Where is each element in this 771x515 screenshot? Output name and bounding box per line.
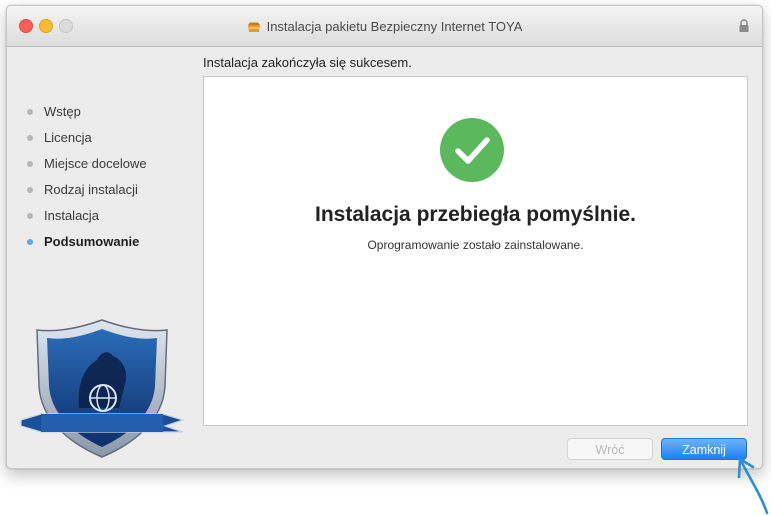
success-checkmark-icon: [440, 118, 504, 182]
sidebar-item-label: Miejsce docelowe: [44, 156, 147, 171]
sidebar-item-label: Licencja: [44, 130, 92, 145]
toya-shield-logo: [20, 319, 185, 458]
window-title: Instalacja pakietu Bezpieczny Internet T…: [266, 18, 523, 34]
sidebar-item-label: Podsumowanie: [44, 234, 140, 249]
install-status-heading: Instalacja zakończyła się sukcesem.: [203, 55, 412, 70]
sidebar-item-instalacja: Instalacja: [27, 203, 197, 229]
sidebar-steps: Wstęp Licencja Miejsce docelowe Rodzaj i…: [27, 99, 197, 255]
success-title: Instalacja przebiegła pomyślnie.: [315, 203, 636, 226]
step-bullet-icon: [27, 213, 33, 219]
sidebar-item-wstep: Wstęp: [27, 99, 197, 125]
window-title-container: Instalacja pakietu Bezpieczny Internet T…: [7, 6, 762, 46]
sidebar-item-podsumowanie: Podsumowanie: [27, 229, 197, 255]
step-bullet-icon: [27, 187, 33, 193]
sidebar-item-rodzaj-instalacji: Rodzaj instalacji: [27, 177, 197, 203]
success-message: Oprogramowanie zostało zainstalowane.: [367, 238, 584, 252]
step-bullet-icon: [27, 109, 33, 115]
summary-panel: Instalacja przebiegła pomyślnie. Oprogra…: [203, 76, 748, 426]
package-icon: [247, 22, 260, 32]
sidebar-item-miejsce-docelowe: Miejsce docelowe: [27, 151, 197, 177]
title-bar: Instalacja pakietu Bezpieczny Internet T…: [7, 6, 762, 47]
back-button[interactable]: Wróć: [567, 438, 653, 460]
sidebar-item-label: Rodzaj instalacji: [44, 182, 138, 197]
sidebar-item-label: Wstęp: [44, 104, 81, 119]
step-bullet-icon: [27, 135, 33, 141]
step-bullet-icon: [27, 161, 33, 167]
lock-icon: [739, 19, 749, 32]
installer-window: Instalacja pakietu Bezpieczny Internet T…: [6, 5, 763, 469]
sidebar-item-licencja: Licencja: [27, 125, 197, 151]
active-step-bullet-icon: [27, 239, 33, 245]
sidebar-item-label: Instalacja: [44, 208, 99, 223]
annotation-arrow-icon: [737, 457, 769, 515]
